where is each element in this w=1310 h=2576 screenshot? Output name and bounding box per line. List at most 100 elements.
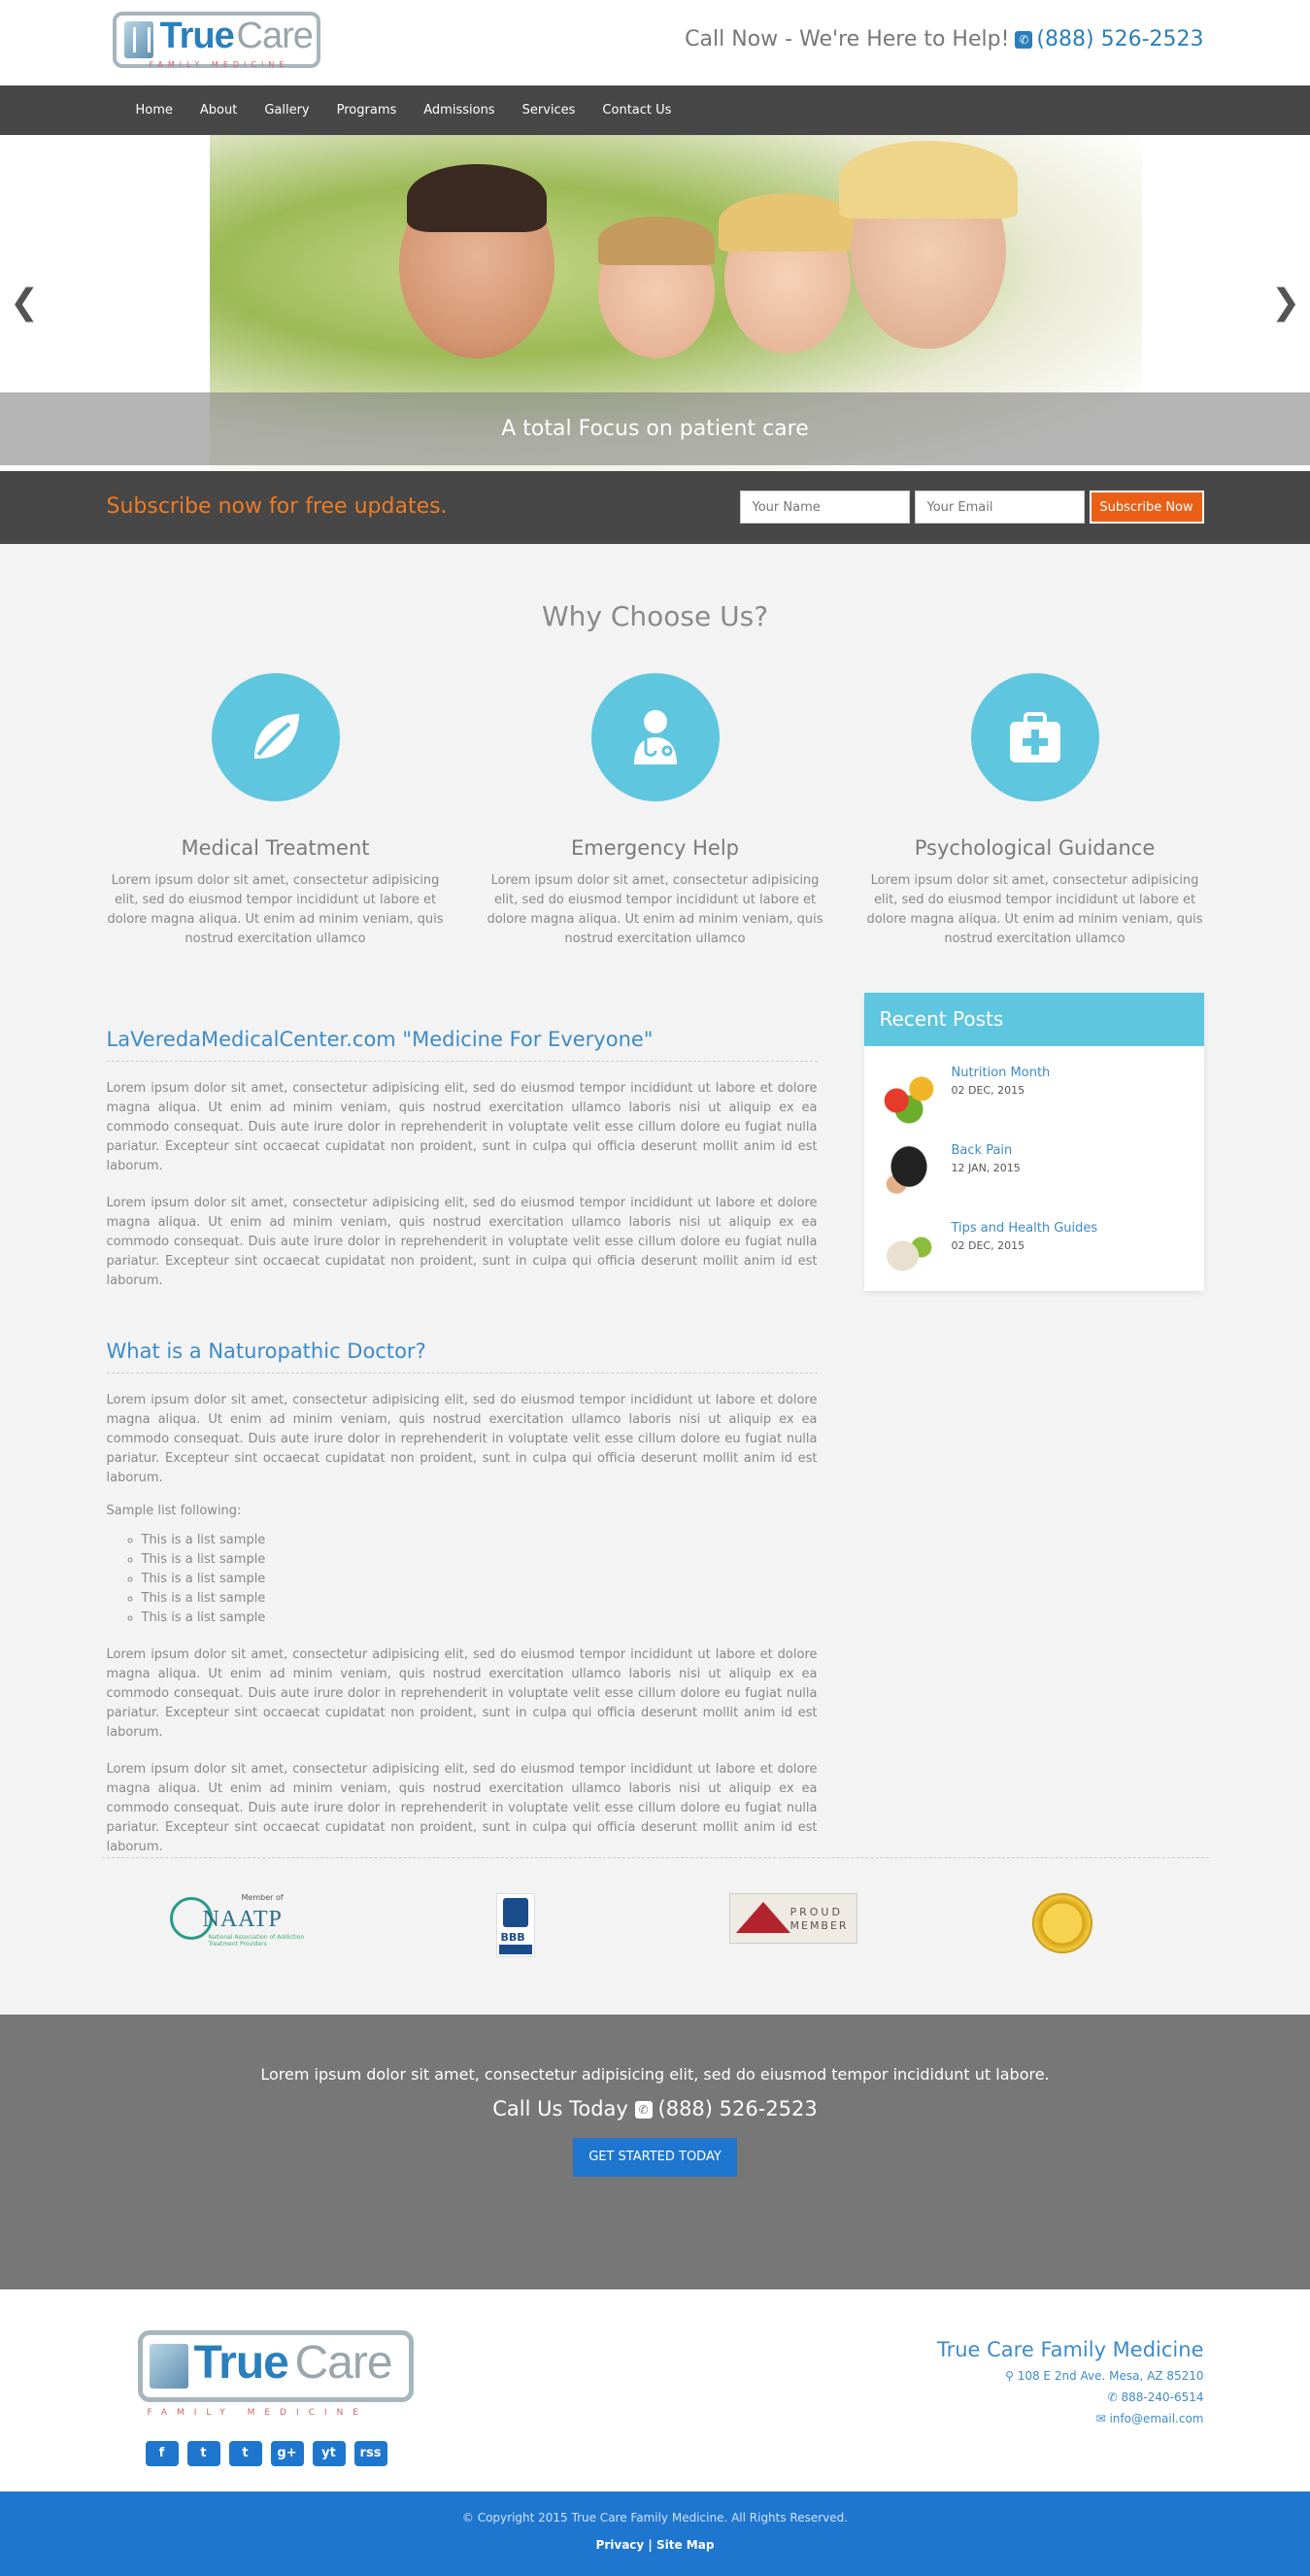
copyright-bar: © Copyright 2015 True Care Family Medici… [0,2491,1310,2576]
youtube-icon[interactable]: yt [312,2441,346,2466]
cta-text: Lorem ipsum dolor sit amet, consectetur … [260,2065,1050,2084]
feature-circle [211,673,340,801]
subscribe-bar: Subscribe now for free updates. Subscrib… [0,471,1310,544]
feature-text: Lorem ipsum dolor sit amet, consectetur … [866,873,1203,946]
doctor-icon [633,710,677,764]
feature-medical-treatment: Medical Treatment Lorem ipsum dolor sit … [107,673,445,949]
article-paragraph: Lorem ipsum dolor sit amet, consectetur … [106,1393,818,1485]
subscribe-name-input[interactable] [739,491,910,524]
recent-post[interactable]: Nutrition Month 02 DEC, 2015 [864,1046,1204,1124]
footer-contact: True Care Family Medicine ⚲ 108 E 2nd Av… [937,2338,1204,2425]
logo-mark-icon [123,21,153,58]
cta-call: Call Us Today ✆ (888) 526-2523 [0,2097,1310,2120]
copyright-text: © Copyright 2015 True Care Family Medici… [461,2511,849,2525]
hero-caption: A total Focus on patient care [0,392,1310,465]
content-area: LaVeredaMedicalCenter.com "Medicine For … [106,993,1204,1857]
header-phone-link[interactable]: (888) 526-2523 [1036,27,1203,51]
cta-call-label: Call Us Today [492,2097,628,2120]
phone-icon: ✆ [1015,31,1033,49]
logo-word-true: True [159,16,235,56]
subscribe-email-input[interactable] [914,491,1085,524]
sitemap-link[interactable]: Site Map [656,2538,714,2552]
facebook-icon[interactable]: f [145,2441,179,2466]
subscribe-form: Subscribe Now [739,491,1204,524]
feature-circle [970,673,1099,801]
logo-word-care: Care [236,16,314,56]
subscribe-button[interactable]: Subscribe Now [1089,491,1204,524]
feature-title: Psychological Guidance [914,836,1156,860]
main-nav: Home About Gallery Programs Admissions S… [0,85,1310,135]
recent-post[interactable]: Tips and Health Guides 02 DEC, 2015 [864,1202,1204,1279]
post-thumbnail[interactable] [877,1143,940,1202]
post-title-link[interactable]: Back Pain [952,1143,1021,1158]
leaf-icon [253,714,299,759]
chevron-right-icon[interactable]: ❯ [1271,286,1300,321]
phone-icon: ✆ [1107,2390,1122,2404]
post-date: 02 DEC, 2015 [951,1084,1025,1097]
map-marker-icon: ⚲ [1005,2369,1018,2383]
why-title: Why Choose Us? [541,600,769,632]
cta-phone-link[interactable]: (888) 526-2523 [658,2097,818,2120]
mesa-chamber-logo[interactable]: PROUD MEMBER [728,1893,857,1944]
envelope-icon: ✉ [1095,2412,1110,2425]
nav-item-services[interactable]: Services [509,85,589,135]
logo-mark-icon [149,2344,188,2389]
post-thumbnail[interactable] [877,1221,940,1279]
article-paragraph: Lorem ipsum dolor sit amet, consectetur … [106,1196,818,1288]
footer-address: ⚲ 108 E 2nd Ave. Mesa, AZ 85210 [1005,2369,1204,2383]
chevron-left-icon[interactable]: ❮ [10,286,39,321]
bbb-logo[interactable]: BBB [495,1893,535,1957]
get-started-button[interactable]: GET STARTED TODAY [573,2138,737,2177]
medkit-icon [1009,712,1060,763]
nav-item-about[interactable]: About [186,85,251,135]
feature-text: Lorem ipsum dolor sit amet, consectetur … [107,873,444,946]
nav-item-gallery[interactable]: Gallery [251,85,322,135]
feature-emergency-help: Emergency Help Lorem ipsum dolor sit ame… [487,673,824,949]
gold-seal-icon[interactable] [1031,1893,1092,1953]
footer-links: Privacy | Site Map [0,2538,1310,2552]
post-title-link[interactable]: Nutrition Month [952,1066,1051,1080]
footer-email[interactable]: ✉ info@email.com [937,2412,1204,2425]
article-heading: LaVeredaMedicalCenter.com "Medicine For … [106,1028,818,1062]
google-plus-icon[interactable]: g+ [270,2441,304,2466]
post-title-link[interactable]: Tips and Health Guides [952,1221,1098,1236]
nav-item-admissions[interactable]: Admissions [410,85,508,135]
call-now: Call Now - We're Here to Help! ✆ (888) 526… [685,27,1203,51]
tumblr-icon[interactable]: t [228,2441,262,2466]
list-item: This is a list sample [142,1531,818,1550]
article-paragraph: Lorem ipsum dolor sit amet, consectetur … [106,1081,818,1173]
list-item: This is a list sample [142,1550,818,1570]
nav-item-contact[interactable]: Contact Us [588,85,685,135]
recent-posts-widget: Recent Posts Nutrition Month 02 DEC, 201… [863,993,1204,1291]
article-paragraph: Lorem ipsum dolor sit amet, consectetur … [106,1762,818,1854]
list-item: This is a list sample [142,1570,818,1589]
footer-logo[interactable]: True Care FAMILY MEDICINE [132,2315,423,2418]
rss-icon[interactable]: rss [353,2441,387,2466]
post-thumbnail[interactable] [877,1066,940,1124]
post-date: 12 JAN, 2015 [951,1162,1021,1174]
naatp-logo[interactable]: Member of NAATP National Association of … [169,1893,316,1948]
nav-item-programs[interactable]: Programs [323,85,411,135]
footer-phone[interactable]: ✆ 888-240-6514 [937,2390,1204,2404]
recent-post[interactable]: Back Pain 12 JAN, 2015 [864,1124,1204,1202]
subscribe-text: Subscribe now for free updates. [106,494,448,519]
footer-company-name: True Care Family Medicine [936,2338,1204,2361]
site-footer: True Care FAMILY MEDICINE f t t g+ yt rs… [0,2289,1310,2491]
twitter-icon[interactable]: t [186,2441,220,2466]
sample-list: This is a list sample This is a list sam… [107,1531,818,1628]
feature-title: Medical Treatment [181,836,370,860]
article-paragraph: Lorem ipsum dolor sit amet, consectetur … [106,1647,818,1740]
logo-subtitle: FAMILY MEDICINE [149,60,289,69]
social-links: f t t g+ yt rss [145,2441,387,2466]
site-logo[interactable]: True Care FAMILY MEDICINE [107,6,330,74]
hero-slider: A total Focus on patient care ❮ ❯ [0,135,1310,471]
link-separator: | [648,2538,653,2552]
feature-title: Emergency Help [571,836,739,860]
call-now-text: Call Now - We're Here to Help! [685,27,1010,51]
site-header: True Care FAMILY MEDICINE Call Now - We'… [0,0,1310,85]
list-intro: Sample list following: [106,1504,242,1518]
nav-item-home[interactable]: Home [122,85,186,135]
sidebar: Recent Posts Nutrition Month 02 DEC, 201… [863,993,1204,1857]
membership-logos: Member of NAATP National Association of … [101,1857,1209,2015]
privacy-link[interactable]: Privacy [596,2538,645,2552]
